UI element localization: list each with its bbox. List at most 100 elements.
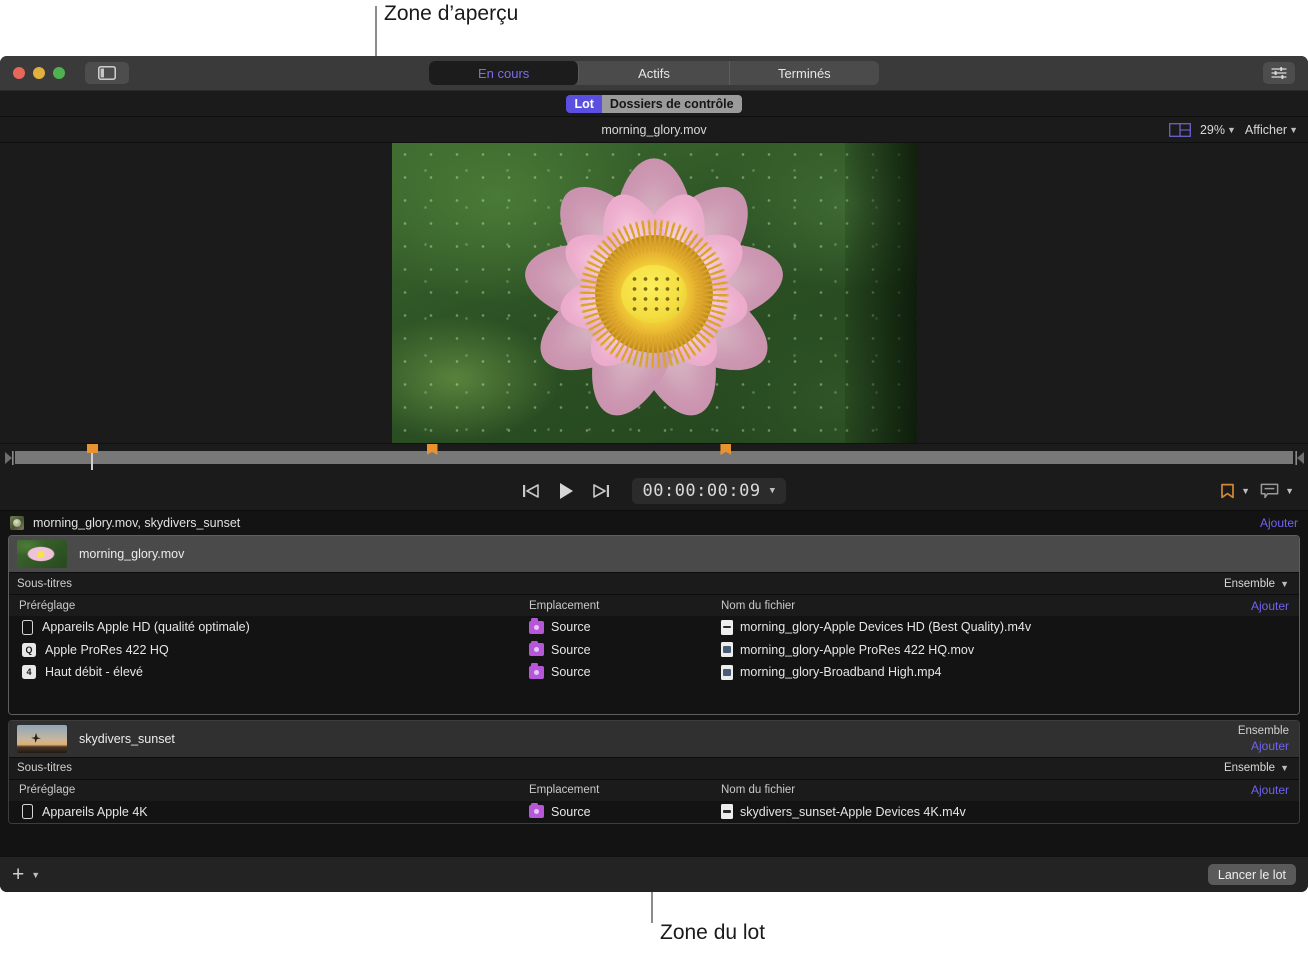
output-add-link[interactable]: Ajouter (1251, 599, 1289, 613)
output-filename-cell[interactable]: morning_glory-Apple Devices HD (Best Qua… (721, 619, 1299, 635)
start-batch-button[interactable]: Lancer le lot (1207, 864, 1296, 885)
lot-segment-lot[interactable]: Lot (566, 94, 602, 113)
output-row[interactable]: Appareils Apple HD (qualité optimale) So… (9, 616, 1299, 639)
lotus-petals (489, 158, 819, 429)
tab-en-cours[interactable]: En cours (429, 61, 580, 85)
output-preset-name: Appareils Apple HD (qualité optimale) (42, 620, 250, 635)
tab-termines[interactable]: Terminés (730, 61, 879, 85)
timeline-scrubber[interactable] (0, 443, 1308, 471)
output-location-cell[interactable]: Source (529, 640, 721, 657)
play-icon (560, 482, 574, 499)
subtitles-value-menu[interactable]: Ensemble ▼ (1224, 578, 1289, 590)
timeline-marker[interactable] (426, 444, 438, 455)
subtitles-label: Sous-titres (17, 762, 72, 774)
scrubber-track[interactable] (15, 444, 1293, 470)
timeline-marker[interactable] (720, 444, 732, 455)
range-end-icon (1294, 450, 1304, 465)
zoom-level-menu[interactable]: 29% ▼ (1200, 123, 1236, 137)
preview-video-frame (391, 143, 917, 445)
bottom-toolbar: + ▼ Lancer le lot (0, 856, 1308, 892)
tab-actifs[interactable]: Actifs (579, 61, 730, 85)
zoom-button[interactable] (53, 67, 65, 79)
output-row[interactable]: Appareils Apple 4K Source skydivers_suns… (9, 800, 1299, 823)
subtitles-row[interactable]: Sous-titres Ensemble ▼ (9, 572, 1299, 594)
callout-label-batch-zone: Zone du lot (660, 921, 766, 944)
shadow-band (844, 143, 917, 445)
plus-icon: + (12, 863, 25, 886)
output-location-cell[interactable]: Source (529, 802, 721, 819)
job-add-link[interactable]: Ajouter (1251, 739, 1289, 753)
output-location-name: Source (551, 665, 591, 680)
close-button[interactable] (13, 67, 25, 79)
output-preset-cell: 4 Haut débit - élevé (9, 665, 529, 680)
chevron-down-icon[interactable]: ▼ (770, 486, 776, 496)
callout-label-preview-zone: Zone d’aperçu (384, 2, 519, 25)
output-preset-name: Apple ProRes 422 HQ (45, 642, 169, 657)
chevron-down-icon: ▼ (1280, 763, 1289, 773)
transport-bar: 00:00:00:09 ▼ ▼ ▼ (0, 471, 1308, 511)
preview-header-controls: 29% ▼ Afficher ▼ (1169, 122, 1298, 137)
flower-thumbnail-image (17, 540, 67, 568)
folder-icon (529, 802, 544, 819)
batch-title: morning_glory.mov, skydivers_sunset (33, 516, 241, 530)
sidebar-toggle-button[interactable] (85, 62, 129, 84)
job-card-spacer (9, 683, 1299, 714)
inspector-toggle-button[interactable] (1263, 62, 1295, 84)
output-location-name: Source (551, 804, 591, 819)
skydivers-thumbnail-image (17, 724, 67, 753)
batch-add-link[interactable]: Ajouter (1260, 516, 1298, 530)
play-button[interactable] (556, 481, 576, 501)
transport-right-controls: ▼ ▼ (1220, 483, 1294, 499)
lot-segment-watch-folders[interactable]: Dossiers de contrôle (601, 94, 742, 113)
batch-icon (10, 516, 24, 530)
job-title-row[interactable]: morning_glory.mov (9, 536, 1299, 572)
status-tabs[interactable]: En cours Actifs Terminés (429, 61, 879, 85)
job-thumbnail (17, 540, 67, 568)
captions-menu[interactable]: ▼ (1260, 483, 1294, 499)
job-title: morning_glory.mov (79, 547, 185, 561)
sidebar-icon (98, 66, 116, 80)
output-filename-cell[interactable]: morning_glory-Broadband High.mp4 (721, 664, 1299, 680)
playhead-stem (91, 453, 93, 470)
timecode-field[interactable]: 00:00:00:09 ▼ (632, 477, 786, 504)
markers-menu[interactable]: ▼ (1220, 483, 1250, 499)
marker-flag-icon (426, 444, 438, 455)
mov-file-icon (721, 642, 733, 658)
sliders-icon (1271, 67, 1287, 79)
split-view-icon[interactable] (1169, 122, 1191, 137)
minimize-button[interactable] (33, 67, 45, 79)
compressor-window: En cours Actifs Terminés Lot Dossiers de… (0, 56, 1308, 892)
output-location-cell[interactable]: Source (529, 618, 721, 635)
job-ensemble-label[interactable]: Ensemble (1238, 725, 1289, 737)
subtitles-value: Ensemble (1223, 577, 1276, 590)
output-location-name: Source (551, 642, 591, 657)
lot-segmented-control[interactable]: Lot Dossiers de contrôle (566, 94, 742, 113)
job-title-row[interactable]: skydivers_sunset Ensemble Ajouter (9, 720, 1299, 757)
output-location-cell[interactable]: Source (529, 663, 721, 680)
chevron-down-icon: ▼ (1285, 485, 1294, 496)
view-menu[interactable]: Afficher ▼ (1245, 123, 1298, 137)
output-row[interactable]: 4 Haut débit - élevé Source morning_glor… (9, 661, 1299, 684)
subtitles-value-menu[interactable]: Ensemble ▼ (1224, 762, 1289, 774)
chevron-down-icon: ▼ (1280, 578, 1289, 589)
device-phone-icon (22, 804, 33, 820)
output-filename-cell[interactable]: skydivers_sunset-Apple Devices 4K.m4v (721, 804, 1299, 820)
output-row[interactable]: Q Apple ProRes 422 HQ Source morning_glo… (9, 638, 1299, 661)
output-filename-cell[interactable]: morning_glory-Apple ProRes 422 HQ.mov (721, 642, 1299, 658)
folder-icon (529, 663, 544, 679)
output-add-link[interactable]: Ajouter (1251, 783, 1289, 797)
output-filename: skydivers_sunset-Apple Devices 4K.m4v (740, 804, 966, 819)
preview-canvas[interactable] (0, 143, 1308, 445)
subtitles-row[interactable]: Sous-titres Ensemble ▼ (9, 756, 1299, 779)
job-card-morning-glory[interactable]: morning_glory.mov Sous-titres Ensemble ▼… (8, 535, 1300, 715)
output-location-name: Source (551, 620, 591, 635)
job-card-skydivers-sunset[interactable]: skydivers_sunset Ensemble Ajouter Sous-t… (8, 719, 1300, 824)
playhead[interactable] (86, 444, 98, 470)
skip-to-end-icon (593, 483, 610, 498)
batch-empty-space[interactable] (0, 829, 1308, 856)
go-to-start-button[interactable] (522, 483, 540, 499)
add-job-menu[interactable]: + ▼ (12, 864, 40, 885)
output-preset-name: Appareils Apple 4K (42, 804, 148, 819)
go-to-end-button[interactable] (592, 483, 610, 499)
timecode-value: 00:00:00:09 (642, 480, 761, 501)
